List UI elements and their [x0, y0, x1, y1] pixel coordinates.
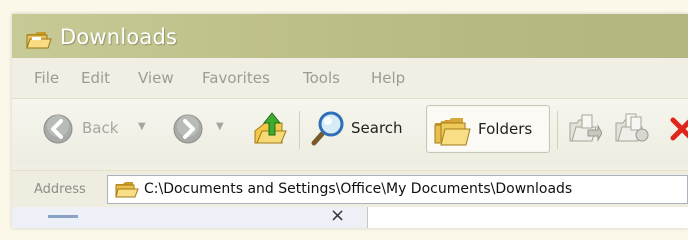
title-bar[interactable]: Downloads	[12, 14, 688, 58]
move-to-button[interactable]	[564, 109, 604, 149]
folder-icon	[115, 182, 139, 198]
arrow-right-icon	[173, 114, 203, 144]
search-button[interactable]: Search	[306, 107, 418, 149]
menu-tools[interactable]: Tools	[303, 69, 340, 87]
forward-button[interactable]: ▼	[166, 109, 236, 147]
toolbar-separator	[299, 111, 300, 149]
folders-pane-header: ×	[12, 205, 367, 228]
toolbar-separator	[557, 111, 558, 149]
copy-to-icon	[615, 113, 649, 142]
menu-favorites[interactable]: Favorites	[202, 69, 270, 87]
delete-button[interactable]	[668, 111, 688, 147]
address-input[interactable]: C:\Documents and Settings\Office\My Docu…	[107, 175, 688, 204]
folders-label: Folders	[478, 120, 533, 138]
pane-title-stub	[48, 215, 78, 218]
move-to-icon	[569, 114, 602, 142]
folder-icon	[26, 32, 52, 49]
file-list[interactable]	[368, 207, 688, 228]
delete-x-icon	[670, 117, 688, 141]
folders-button[interactable]: Folders	[426, 105, 550, 153]
menu-edit[interactable]: Edit	[81, 69, 110, 87]
menu-bar: File Edit View Favorites Tools Help	[12, 58, 688, 99]
window-title: Downloads	[60, 25, 178, 49]
menu-view[interactable]: View	[138, 69, 174, 87]
magnifier-icon	[311, 111, 344, 146]
copy-to-button[interactable]	[610, 109, 654, 149]
explorer-window: Downloads File Edit View Favorites Tools…	[12, 14, 688, 228]
folder-up-icon	[254, 112, 287, 144]
arrow-left-icon	[43, 114, 73, 144]
address-value: C:\Documents and Settings\Office\My Docu…	[144, 181, 573, 197]
back-button[interactable]: Back ▼	[36, 109, 158, 147]
back-dropdown-icon[interactable]: ▼	[138, 121, 146, 132]
up-button[interactable]	[248, 107, 288, 149]
forward-dropdown-icon[interactable]: ▼	[216, 121, 224, 132]
back-label: Back	[82, 119, 119, 137]
menu-help[interactable]: Help	[371, 69, 405, 87]
menu-file[interactable]: File	[34, 69, 59, 87]
search-label: Search	[351, 119, 403, 137]
address-bar: Address C:\Documents and Settings\Office…	[12, 170, 688, 207]
folders-icon	[434, 118, 471, 146]
toolbar: Back ▼ ▼ Search Folders	[12, 99, 688, 164]
address-label: Address	[34, 182, 86, 197]
close-icon[interactable]: ×	[330, 205, 345, 226]
folders-pane: ×	[12, 205, 688, 228]
